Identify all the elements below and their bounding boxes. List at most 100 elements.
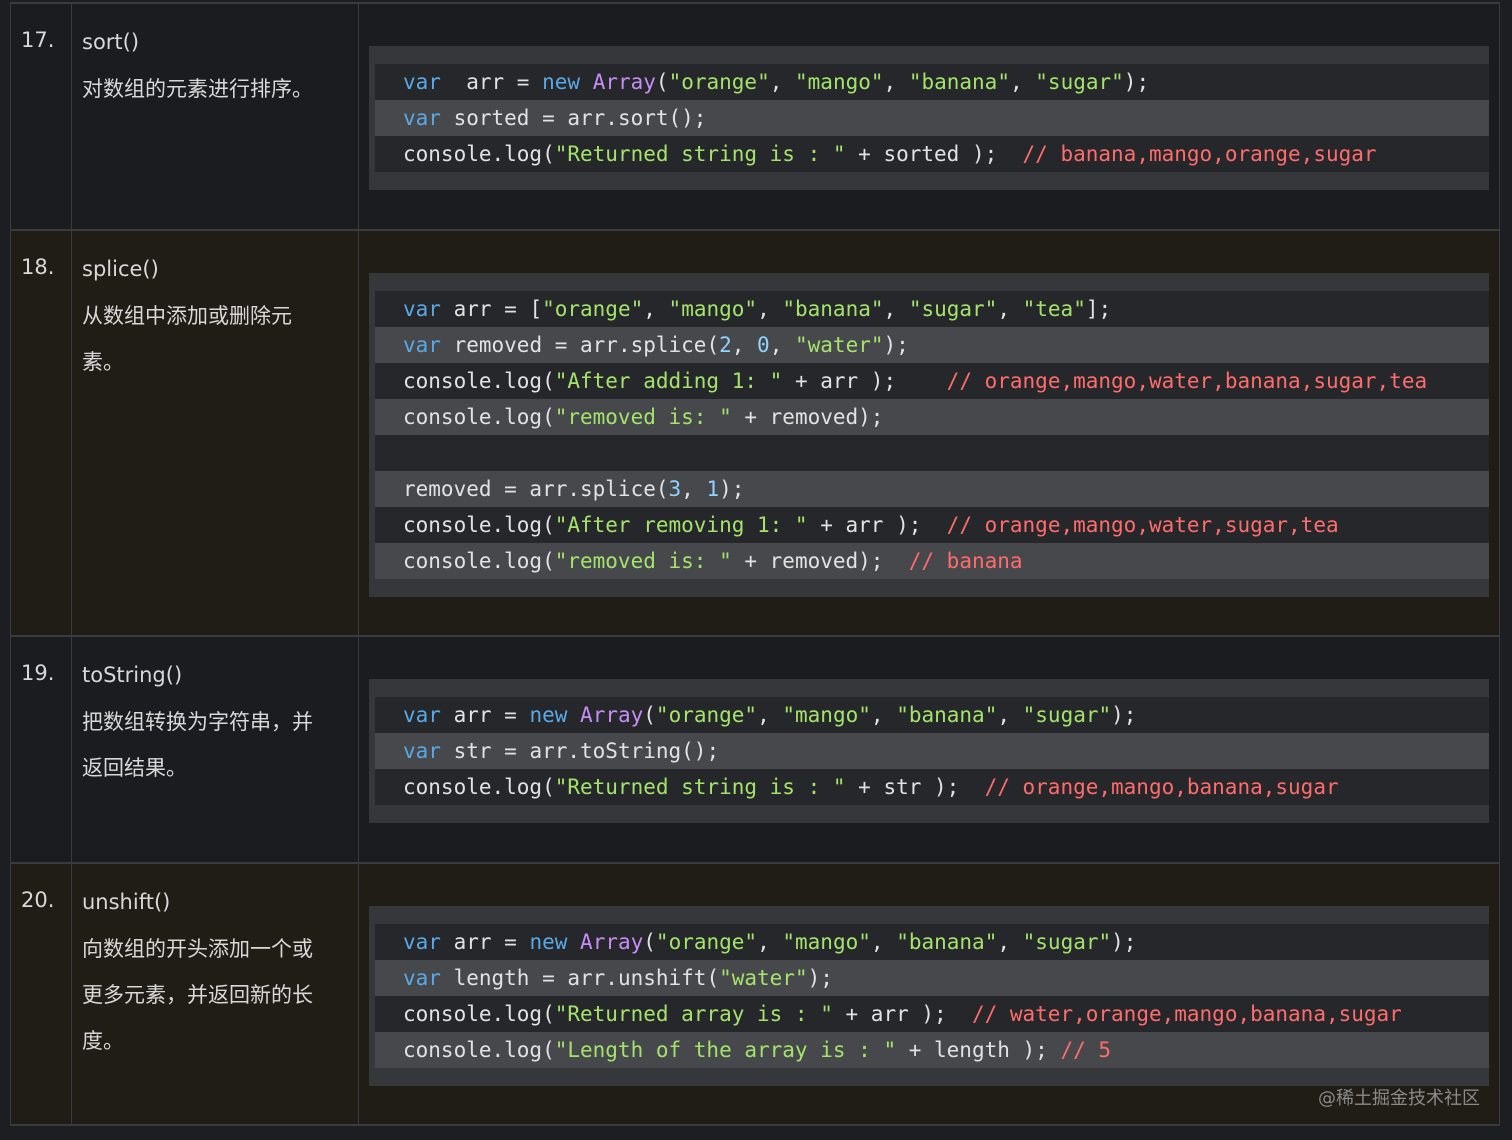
code-token: console.log( [403,1002,555,1026]
code-token: ( [643,930,656,954]
code-token: 0 [757,333,770,357]
code-token: var [403,333,441,357]
code-token: "Returned array is : " [554,1002,833,1026]
code-line: var str = arr.toString(); [375,733,1489,769]
code-token: + str ); [845,775,985,799]
code-token: Array [580,930,644,954]
code-token: new [542,70,581,94]
table-row: 19. toString() 把数组转换为字符串，并 返回结果。 var arr… [10,637,1500,864]
code-token: , [757,930,783,954]
code-token: "sugar" [1035,70,1124,94]
table-row: 20. unshift() 向数组的开头添加一个或 更多元素，并返回新的长 度。… [10,864,1500,1126]
code-token: "removed is: " [554,549,732,573]
code-token: length = arr.unshift( [440,966,720,990]
code-line: var arr = new Array("orange", "mango", "… [375,697,1489,733]
methods-table: 17. sort() 对数组的元素进行排序。 var arr = new Arr… [10,2,1500,1126]
code-token: , [1009,70,1036,94]
method-name: sort() [82,30,140,54]
code-token: console.log( [403,405,555,429]
watermark: @稀土掘金技术社区 [1318,1088,1480,1109]
code-line: removed = arr.splice(3, 1); [375,471,1489,507]
code-cell: var arr = new Array("orange", "mango", "… [359,4,1500,229]
code-token: + arr ); [782,369,947,393]
code-token: removed = arr.splice( [440,333,720,357]
code-token: var [403,106,441,130]
row-number: 17. [10,4,72,229]
code-token: var [403,739,441,763]
code-token: "sugar" [1022,703,1112,727]
code-line: var sorted = arr.sort(); [375,100,1489,136]
code-token: "mango" [782,930,871,954]
row-number: 18. [10,231,72,635]
code-block: var arr = new Array("orange", "mango", "… [369,906,1489,1086]
code-token: console.log( [403,1038,555,1062]
code-token: console.log( [403,513,555,537]
code-token: + arr ); [807,513,947,537]
code-token: + removed); [731,549,909,573]
description-line: 度。 [82,1029,124,1053]
code-token: // water,orange,mango,banana,sugar [971,1002,1402,1026]
method-name: unshift() [82,890,171,914]
code-line: var arr = new Array("orange", "mango", "… [375,924,1489,960]
code-line: console.log("Length of the array is : " … [375,1032,1489,1068]
code-token: , [643,297,669,321]
code-line: console.log("After adding 1: " + arr ); … [375,363,1489,399]
code-token: Array [592,70,656,94]
code-token: "banana" [782,297,884,321]
code-token: new [529,703,568,727]
code-token: console.log( [403,142,555,166]
code-token: str = arr.toString(); [440,739,720,763]
code-token: arr = [ [440,297,543,321]
code-token: console.log( [403,369,555,393]
code-token: , [681,477,707,501]
code-token: sorted = arr.sort(); [440,106,707,130]
code-token: "orange" [542,297,644,321]
code-token: arr = [440,70,543,94]
code-token: console.log( [403,549,555,573]
code-token: "tea" [1022,297,1086,321]
code-token: "Returned string is : " [554,142,846,166]
code-token: , [769,70,796,94]
method-name: splice() [82,257,159,281]
code-line: console.log("removed is: " + removed); /… [375,543,1489,579]
code-line [375,435,1489,471]
code-token: var [403,70,441,94]
code-token: ); [1123,70,1150,94]
code-line: var removed = arr.splice(2, 0, "water"); [375,327,1489,363]
table-row: 18. splice() 从数组中添加或删除元 素。 var arr = ["o… [10,231,1500,637]
code-token: "sugar" [1022,930,1112,954]
code-token: "sugar" [908,297,998,321]
code-token: var [403,297,441,321]
method-description: 把数组转换为字符串，并 返回结果。 [82,699,348,791]
code-token: "water" [719,966,808,990]
description-line: 对数组的元素进行排序。 [82,77,313,101]
code-token: , [883,297,909,321]
code-token: "banana" [896,703,998,727]
code-token: 3 [668,477,682,501]
row-number: 19. [10,637,72,862]
code-token: // 5 [1060,1038,1112,1062]
code-token: var [403,966,441,990]
method-description: 向数组的开头添加一个或 更多元素，并返回新的长 度。 [82,926,348,1064]
description-line: 把数组转换为字符串，并 [82,710,313,734]
code-line: var arr = ["orange", "mango", "banana", … [375,291,1489,327]
code-cell: var arr = ["orange", "mango", "banana", … [359,231,1500,635]
code-token: // banana,mango,orange,sugar [1022,142,1377,166]
code-token: var [403,930,441,954]
code-token: ); [1111,930,1137,954]
description-line: 更多元素，并返回新的长 [82,983,313,1007]
code-token: ); [883,333,909,357]
code-token: "banana" [908,70,1010,94]
code-token: "removed is: " [554,405,732,429]
code-token: + removed); [731,405,884,429]
code-token: "Returned string is : " [554,775,846,799]
code-token: arr = [440,930,530,954]
code-block: var arr = ["orange", "mango", "banana", … [369,273,1489,597]
code-token: "banana" [896,930,998,954]
code-token: ); [1111,703,1137,727]
code-token: ]; [1085,297,1112,321]
method-cell: unshift() 向数组的开头添加一个或 更多元素，并返回新的长 度。 [72,864,359,1124]
code-token: ); [807,966,833,990]
code-token: , [769,333,795,357]
